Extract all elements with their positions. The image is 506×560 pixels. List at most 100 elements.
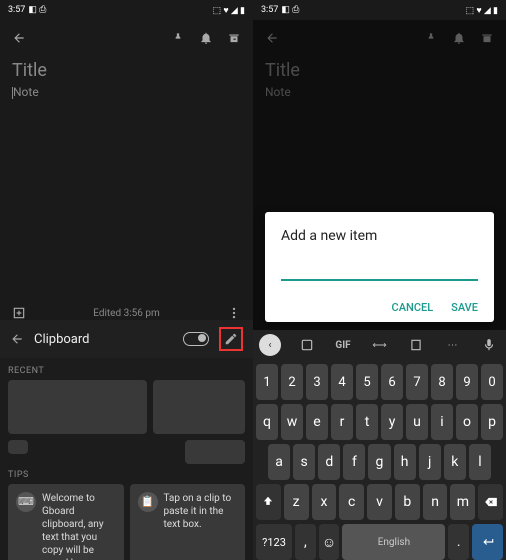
title-input[interactable]: Title	[12, 60, 241, 81]
title-input: Title	[265, 60, 494, 81]
period-key[interactable]: .	[448, 524, 469, 560]
status-time: 3:57	[8, 5, 25, 15]
key-1[interactable]: 1	[256, 364, 278, 400]
kb-collapse-icon[interactable]: ‹	[259, 334, 281, 356]
key-f[interactable]: f	[343, 444, 365, 480]
clip-item[interactable]	[153, 380, 245, 434]
reminder-icon[interactable]	[199, 31, 213, 45]
clipboard-edit-button[interactable]	[219, 327, 243, 351]
key-d[interactable]: d	[318, 444, 340, 480]
back-icon[interactable]	[12, 31, 26, 45]
key-4[interactable]: 4	[331, 364, 353, 400]
key-b[interactable]: b	[395, 484, 420, 520]
status-bar: 3:57◧ ⎙ ⬚ ♥ ◢ ▮	[0, 0, 253, 20]
app-header	[253, 20, 506, 56]
paste-icon: 📋	[138, 492, 158, 512]
clip-item[interactable]	[8, 440, 28, 454]
key-p[interactable]: p	[481, 404, 503, 440]
tip-item[interactable]: 📋 Tap on a clip to paste it in the text …	[130, 484, 246, 560]
back-icon	[265, 31, 279, 45]
letter-row-2: asdfghjkl	[256, 444, 503, 480]
key-0[interactable]: 0	[481, 364, 503, 400]
key-r[interactable]: r	[331, 404, 353, 440]
key-u[interactable]: u	[406, 404, 428, 440]
letter-row-1: qwertyuiop	[256, 404, 503, 440]
key-j[interactable]: j	[419, 444, 441, 480]
add-item-dialog: Add a new item CANCEL SAVE	[265, 212, 494, 322]
key-x[interactable]: x	[312, 484, 337, 520]
mic-icon[interactable]	[478, 334, 500, 356]
recent-label: RECENT	[8, 366, 245, 376]
key-v[interactable]: v	[367, 484, 392, 520]
key-2[interactable]: 2	[281, 364, 303, 400]
key-h[interactable]: h	[394, 444, 416, 480]
key-l[interactable]: l	[469, 444, 491, 480]
key-o[interactable]: o	[456, 404, 478, 440]
key-t[interactable]: t	[356, 404, 378, 440]
dialog-title: Add a new item	[281, 228, 478, 244]
key-s[interactable]: s	[293, 444, 315, 480]
shift-key[interactable]	[256, 484, 281, 520]
archive-icon	[480, 31, 494, 45]
text-tool-icon[interactable]: ⟷	[369, 334, 391, 356]
cancel-button[interactable]: CANCEL	[392, 301, 434, 314]
space-key[interactable]: English	[342, 524, 445, 560]
key-e[interactable]: e	[306, 404, 328, 440]
key-g[interactable]: g	[368, 444, 390, 480]
comma-key[interactable]: ,	[295, 524, 316, 560]
archive-icon[interactable]	[227, 31, 241, 45]
pin-icon[interactable]	[171, 31, 185, 45]
status-right-icons: ⬚ ♥ ◢ ▮	[213, 5, 245, 16]
key-i[interactable]: i	[431, 404, 453, 440]
more-tools-icon[interactable]: ⋯	[442, 334, 464, 356]
clipboard-title: Clipboard	[34, 332, 90, 347]
note-footer: Edited 3:56 pm	[0, 306, 253, 320]
clipboard-panel: RECENT TIPS ⌨ Welcome to Gboard clipboar…	[0, 358, 253, 560]
enter-key[interactable]	[472, 524, 503, 560]
clip-item[interactable]	[185, 440, 245, 464]
sticker-icon[interactable]	[296, 334, 318, 356]
symbols-key[interactable]: ?123	[256, 524, 292, 560]
note-input[interactable]: Note	[12, 85, 241, 99]
key-w[interactable]: w	[281, 404, 303, 440]
gif-button[interactable]: GIF	[332, 334, 354, 356]
keyboard-toolbar: ‹ GIF ⟷ ⋯	[253, 330, 506, 360]
status-right-icons: ⬚ ♥ ◢ ▮	[466, 5, 498, 16]
add-icon[interactable]	[12, 306, 26, 320]
key-n[interactable]: n	[423, 484, 448, 520]
clipboard-back-icon[interactable]	[10, 332, 24, 346]
key-q[interactable]: q	[256, 404, 278, 440]
tip-item[interactable]: ⌨ Welcome to Gboard clipboard, any text …	[8, 484, 124, 560]
key-c[interactable]: c	[339, 484, 364, 520]
key-m[interactable]: m	[450, 484, 475, 520]
key-z[interactable]: z	[284, 484, 309, 520]
dialog-input[interactable]	[281, 260, 478, 281]
tip-text: Tap on a clip to paste it in the text bo…	[164, 492, 238, 560]
right-screenshot: 3:57◧ ⎙ ⬚ ♥ ◢ ▮ Title Note Edited 3:56 p…	[253, 0, 506, 560]
key-a[interactable]: a	[268, 444, 290, 480]
edited-label: Edited 3:56 pm	[93, 308, 160, 319]
key-5[interactable]: 5	[356, 364, 378, 400]
note-placeholder: Note	[13, 85, 39, 99]
key-7[interactable]: 7	[406, 364, 428, 400]
clip-item[interactable]	[8, 380, 147, 434]
backspace-key[interactable]	[478, 484, 503, 520]
key-8[interactable]: 8	[431, 364, 453, 400]
emoji-key[interactable]: ☺	[319, 524, 340, 560]
keyboard: 1234567890 qwertyuiop asdfghjkl zxcvbnm …	[253, 360, 506, 560]
status-left-icons: ◧ ⎙	[28, 5, 46, 15]
keyboard-icon: ⌨	[16, 492, 36, 512]
tips-label: TIPS	[8, 470, 245, 480]
key-k[interactable]: k	[444, 444, 466, 480]
key-y[interactable]: y	[381, 404, 403, 440]
save-button[interactable]: SAVE	[451, 301, 478, 314]
clipboard-icon[interactable]	[405, 334, 427, 356]
clipboard-header: Clipboard	[0, 320, 253, 358]
clipboard-toggle[interactable]	[183, 332, 209, 346]
key-3[interactable]: 3	[306, 364, 328, 400]
note-input: Note	[265, 85, 494, 99]
key-9[interactable]: 9	[456, 364, 478, 400]
more-icon[interactable]	[227, 306, 241, 320]
left-screenshot: 3:57◧ ⎙ ⬚ ♥ ◢ ▮ Title Note Edited 3:56 p…	[0, 0, 253, 560]
key-6[interactable]: 6	[381, 364, 403, 400]
